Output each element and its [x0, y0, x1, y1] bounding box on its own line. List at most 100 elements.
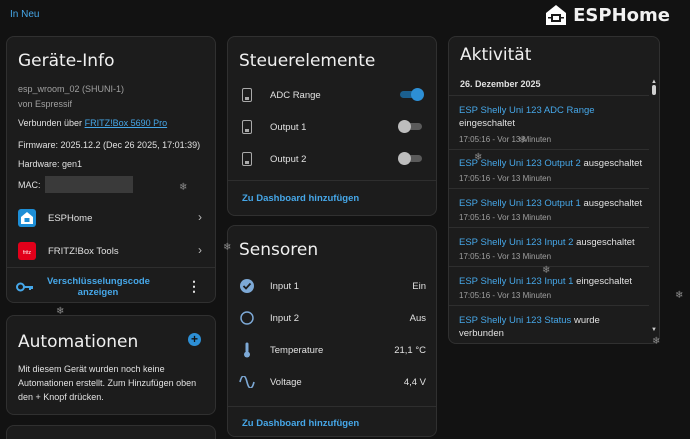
scroll-down-arrow-icon[interactable]: ▼	[651, 327, 657, 333]
activity-action: ausgeschaltet	[576, 237, 635, 248]
chevron-right-icon: ›	[198, 210, 202, 224]
adc-range-icon	[242, 88, 252, 102]
activity-divider	[449, 305, 649, 306]
esphome-icon	[18, 209, 36, 227]
fritzbox-link[interactable]: FRITZ!Box 5690 Pro	[85, 118, 168, 128]
automations-title: Automationen	[18, 332, 139, 352]
chevron-right-icon: ›	[198, 243, 202, 257]
mac-redacted	[44, 176, 133, 193]
sensor-input-1-value: Ein	[412, 281, 426, 292]
automations-empty-text: Mit diesem Gerät wurden noch keine Autom…	[18, 364, 197, 402]
sine-wave-icon	[239, 376, 255, 388]
snowflake-icon: ❄	[56, 306, 65, 317]
sensor-temperature-value: 21,1 °C	[394, 345, 426, 356]
show-key-button[interactable]: Verschlüsselungscode anzeigen	[47, 276, 150, 298]
key-icon[interactable]	[16, 281, 34, 293]
hardware-info: Hardware: gen1	[18, 159, 83, 169]
activity-entry[interactable]: ESP Shelly Uni 123 Output 2 ausgeschalte…	[459, 157, 647, 170]
activity-action: eingeschaltet	[459, 118, 515, 129]
activity-scrollbar[interactable]: ▲ ▼	[650, 79, 658, 335]
controls-title: Steuerelemente	[239, 51, 376, 71]
activity-entry[interactable]: ESP Shelly Uni 123 Output 1 ausgeschalte…	[459, 197, 647, 210]
controls-card: Steuerelemente ADC Range Output 1 Output…	[227, 36, 437, 216]
snowflake-icon: ❄	[652, 336, 661, 347]
activity-divider	[449, 227, 649, 228]
output-2-icon	[242, 152, 252, 166]
output-2-toggle[interactable]	[398, 152, 424, 165]
integration-esphome-label: ESPHome	[48, 212, 93, 224]
circle-outline-icon	[240, 311, 254, 325]
control-adc-range-label: ADC Range	[270, 90, 321, 101]
svg-text:fritz: fritz	[23, 250, 32, 256]
fritzbox-icon: fritz	[18, 242, 36, 260]
activity-entity-link[interactable]: ESP Shelly Uni 123 ADC Range	[459, 105, 595, 116]
activity-divider	[449, 149, 649, 150]
scrollbar-thumb[interactable]	[652, 85, 656, 95]
device-manufacturer: von Espressif	[18, 99, 73, 109]
activity-date: 26. Dezember 2025	[460, 79, 541, 89]
output-1-icon	[242, 120, 252, 134]
controls-add-dashboard-button[interactable]: Zu Dashboard hinzufügen	[242, 193, 359, 204]
esphome-logo-icon	[546, 5, 567, 25]
snowflake-icon: ❄	[542, 265, 551, 276]
snowflake-icon: ❄	[675, 290, 684, 301]
activity-entry[interactable]: ESP Shelly Uni 123 Input 2 ausgeschaltet	[459, 236, 647, 249]
sensor-voltage-label: Voltage	[270, 377, 302, 388]
partial-card	[6, 425, 216, 439]
firmware-info: Firmware: 2025.12.2 (Dec 26 2025, 17:01:…	[18, 140, 201, 150]
activity-date-divider	[449, 95, 649, 96]
integration-esphome[interactable]: ESPHome ›	[18, 207, 204, 229]
sensors-title: Sensoren	[239, 240, 319, 260]
mac-label: MAC:	[18, 179, 41, 190]
activity-time: 17:05:16 - Vor 13 Minuten	[459, 291, 552, 300]
adc-range-toggle[interactable]	[398, 88, 424, 101]
activity-time: 17:05:16 - Vor 13 Minuten	[459, 174, 552, 183]
sensor-input-2-label: Input 2	[270, 313, 300, 324]
connected-via: Verbunden über FRITZ!Box 5690 Pro	[18, 118, 167, 128]
mac-info: MAC:	[18, 176, 133, 193]
activity-entity-link[interactable]: ESP Shelly Uni 123 Input 1	[459, 276, 573, 287]
activity-action: ausgeschaltet	[583, 158, 643, 169]
activity-entity-link[interactable]: ESP Shelly Uni 123 Output 1	[459, 198, 581, 209]
sensors-card: Sensoren Input 1 Ein Input 2 Aus Tempera…	[227, 225, 437, 437]
activity-time: 17:05:16 - Vor 13 Minuten	[459, 213, 552, 222]
device-name: esp_wroom_02 (SHUNI-1)	[18, 84, 125, 94]
breadcrumb[interactable]: In Neu	[10, 9, 39, 20]
device-info-card: Geräte-Info esp_wroom_02 (SHUNI-1) von E…	[6, 36, 216, 303]
activity-time: 17:05:16 - Vor 13 Minuten	[459, 135, 552, 144]
output-1-toggle[interactable]	[398, 120, 424, 133]
activity-card: Aktivität 26. Dezember 2025 ESP Shelly U…	[448, 36, 660, 344]
thermometer-icon	[244, 342, 250, 358]
device-info-divider	[7, 267, 215, 268]
control-output-1-label: Output 1	[270, 122, 307, 133]
activity-time: 17:05:16 - Vor 13 Minuten	[459, 252, 552, 261]
snowflake-icon: ❄	[179, 182, 188, 193]
top-bar: In Neu ESPHome	[0, 0, 690, 30]
activity-entry[interactable]: ESP Shelly Uni 123 Status wurde verbunde…	[459, 314, 609, 340]
integration-fritzbox[interactable]: fritz FRITZ!Box Tools ›	[18, 240, 204, 262]
snowflake-icon: ❄	[518, 135, 527, 146]
activity-action: ausgeschaltet	[583, 198, 643, 209]
sensors-divider	[228, 406, 436, 407]
sensors-add-dashboard-button[interactable]: Zu Dashboard hinzufügen	[242, 418, 359, 429]
activity-entity-link[interactable]: ESP Shelly Uni 123 Input 2	[459, 237, 573, 248]
activity-divider	[449, 188, 649, 189]
check-circle-icon	[240, 279, 254, 293]
connected-via-label: Verbunden über	[18, 118, 83, 128]
activity-entry[interactable]: ESP Shelly Uni 123 ADC Range eingeschalt…	[459, 104, 647, 130]
control-output-2-label: Output 2	[270, 154, 307, 165]
more-options-icon[interactable]: ⋮	[187, 279, 201, 293]
brand-name: ESPHome	[573, 4, 670, 26]
device-info-title: Geräte-Info	[18, 51, 115, 71]
integration-fritzbox-label: FRITZ!Box Tools	[48, 245, 119, 257]
activity-action: eingeschaltet	[576, 276, 633, 287]
add-automation-button[interactable]: +	[188, 333, 201, 346]
activity-entry[interactable]: ESP Shelly Uni 123 Input 1 eingeschaltet	[459, 275, 647, 288]
activity-title: Aktivität	[460, 45, 532, 65]
sensor-temperature-label: Temperature	[270, 345, 324, 356]
esphome-brand: ESPHome	[545, 3, 670, 27]
sensor-input-1-label: Input 1	[270, 281, 300, 292]
snowflake-icon: ❄	[474, 152, 483, 163]
automations-card: Automationen + Mit diesem Gerät wurden n…	[6, 315, 216, 415]
activity-entity-link[interactable]: ESP Shelly Uni 123 Status	[459, 315, 571, 326]
